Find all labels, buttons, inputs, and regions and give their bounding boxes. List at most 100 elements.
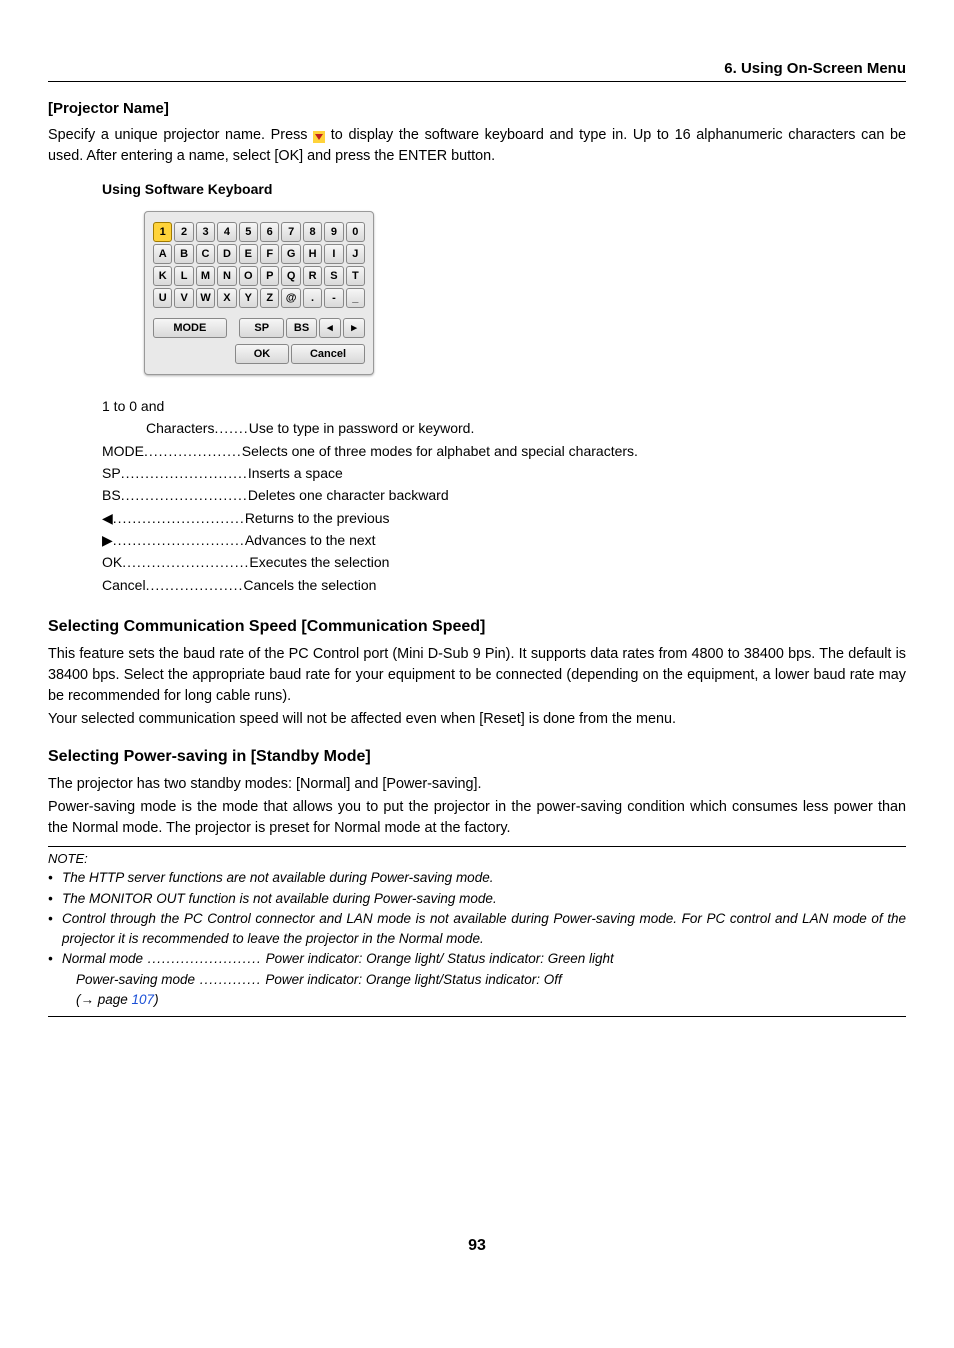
note-page-ref-b: ): [154, 992, 159, 1007]
key-at[interactable]: @: [281, 288, 300, 308]
key-2[interactable]: 2: [174, 222, 193, 242]
key-f[interactable]: F: [260, 244, 279, 264]
key-i[interactable]: I: [324, 244, 343, 264]
legend-sp-dots: ..........................: [121, 462, 248, 484]
projector-para-a: Specify a unique projector name. Press: [48, 127, 313, 143]
projector-name-paragraph: Specify a unique projector name. Press t…: [48, 125, 906, 167]
key-mode[interactable]: MODE: [153, 318, 227, 338]
note-item-1-text: The HTTP server functions are not availa…: [62, 868, 906, 888]
legend-cancel-desc: Cancels the selection: [243, 574, 376, 596]
key-m[interactable]: M: [196, 266, 215, 286]
key-cancel[interactable]: Cancel: [291, 344, 365, 364]
note-list: •The HTTP server functions are not avail…: [48, 868, 906, 1010]
note-ps-term: Power-saving mode: [76, 972, 195, 987]
note-item-2: •The MONITOR OUT function is not availab…: [48, 889, 906, 909]
key-7[interactable]: 7: [281, 222, 300, 242]
keyboard-row-3: K L M N O P Q R S T: [153, 266, 365, 286]
key-8[interactable]: 8: [303, 222, 322, 242]
note-item-2-text: The MONITOR OUT function is not availabl…: [62, 889, 906, 909]
note-normal-dots: ........................: [143, 951, 262, 966]
legend-left-dots: ...........................: [113, 507, 245, 529]
key-r[interactable]: R: [303, 266, 322, 286]
software-keyboard: 1 2 3 4 5 6 7 8 9 0 A B C D E F G H I: [144, 211, 374, 375]
key-0[interactable]: 0: [346, 222, 365, 242]
key-u[interactable]: U: [153, 288, 172, 308]
note-item-3-text: Control through the PC Control connector…: [62, 909, 906, 950]
legend-left-desc: Returns to the previous: [245, 507, 390, 529]
communication-speed-p2: Your selected communication speed will n…: [48, 709, 906, 730]
key-bs[interactable]: BS: [286, 318, 317, 338]
note-top-rule: [48, 846, 906, 847]
legend-ok-dots: ..........................: [122, 551, 249, 573]
key-5[interactable]: 5: [239, 222, 258, 242]
key-k[interactable]: K: [153, 266, 172, 286]
key-n[interactable]: N: [217, 266, 236, 286]
key-j[interactable]: J: [346, 244, 365, 264]
key-c[interactable]: C: [196, 244, 215, 264]
key-w[interactable]: W: [196, 288, 215, 308]
key-q[interactable]: Q: [281, 266, 300, 286]
key-o[interactable]: O: [239, 266, 258, 286]
note-power-saving-line: Power-saving mode ............. Power in…: [76, 970, 906, 990]
key-d[interactable]: D: [217, 244, 236, 264]
key-dot[interactable]: .: [303, 288, 322, 308]
legend-right-dots: ...........................: [113, 529, 245, 551]
running-head-rule: [48, 81, 906, 82]
key-dash[interactable]: -: [324, 288, 343, 308]
key-right[interactable]: ▸: [343, 318, 365, 338]
key-p[interactable]: P: [260, 266, 279, 286]
key-3[interactable]: 3: [196, 222, 215, 242]
key-9[interactable]: 9: [324, 222, 343, 242]
legend-cancel-term: Cancel: [102, 574, 146, 596]
legend-mode-term: MODE: [102, 440, 144, 462]
legend-characters-term: Characters: [146, 417, 214, 439]
legend-mode: MODE .................... Selects one of…: [102, 440, 906, 462]
note-label: NOTE:: [48, 851, 906, 866]
key-1[interactable]: 1: [153, 222, 172, 242]
key-underscore[interactable]: _: [346, 288, 365, 308]
key-h[interactable]: H: [303, 244, 322, 264]
key-6[interactable]: 6: [260, 222, 279, 242]
note-ps-desc: Power indicator: Orange light/Status ind…: [262, 972, 562, 987]
legend-cancel-dots: ....................: [146, 574, 244, 596]
keyboard-row-2: A B C D E F G H I J: [153, 244, 365, 264]
key-e[interactable]: E: [239, 244, 258, 264]
key-sp[interactable]: SP: [239, 318, 284, 338]
legend-lead: 1 to 0 and: [102, 395, 906, 417]
key-left[interactable]: ◂: [319, 318, 341, 338]
key-y[interactable]: Y: [239, 288, 258, 308]
legend-cancel: Cancel .................... Cancels the …: [102, 574, 906, 596]
keyboard-legend: 1 to 0 and Characters ....... Use to typ…: [102, 395, 906, 597]
key-t[interactable]: T: [346, 266, 365, 286]
note-page-ref-a: (→ page: [76, 992, 132, 1007]
key-4[interactable]: 4: [217, 222, 236, 242]
note-page-link[interactable]: 107: [132, 992, 155, 1007]
legend-characters-dots: .......: [214, 417, 248, 439]
legend-sp-desc: Inserts a space: [248, 462, 343, 484]
key-s[interactable]: S: [324, 266, 343, 286]
legend-bs-dots: ..........................: [121, 484, 248, 506]
key-l[interactable]: L: [174, 266, 193, 286]
legend-right-term: ▶: [102, 529, 113, 551]
legend-sp-term: SP: [102, 462, 121, 484]
software-keyboard-figure: 1 2 3 4 5 6 7 8 9 0 A B C D E F G H I: [144, 211, 906, 375]
legend-characters: Characters ....... Use to type in passwo…: [146, 417, 906, 439]
legend-sp: SP .......................... Inserts a …: [102, 462, 906, 484]
key-z[interactable]: Z: [260, 288, 279, 308]
key-ok[interactable]: OK: [235, 344, 289, 364]
legend-left: ◀ ........................... Returns to…: [102, 507, 906, 529]
keyboard-row-1: 1 2 3 4 5 6 7 8 9 0: [153, 222, 365, 242]
keyboard-row-ok: OK Cancel: [153, 344, 365, 364]
key-a[interactable]: A: [153, 244, 172, 264]
key-b[interactable]: B: [174, 244, 193, 264]
key-x[interactable]: X: [217, 288, 236, 308]
communication-speed-p1: This feature sets the baud rate of the P…: [48, 644, 906, 707]
legend-bs: BS .......................... Deletes on…: [102, 484, 906, 506]
key-v[interactable]: V: [174, 288, 193, 308]
legend-characters-desc: Use to type in password or keyword.: [249, 417, 475, 439]
legend-right-desc: Advances to the next: [245, 529, 376, 551]
legend-bs-desc: Deletes one character backward: [248, 484, 449, 506]
page-root: 6. Using On-Screen Menu [Projector Name]…: [0, 0, 954, 1295]
standby-p1: The projector has two standby modes: [No…: [48, 774, 906, 795]
key-g[interactable]: G: [281, 244, 300, 264]
